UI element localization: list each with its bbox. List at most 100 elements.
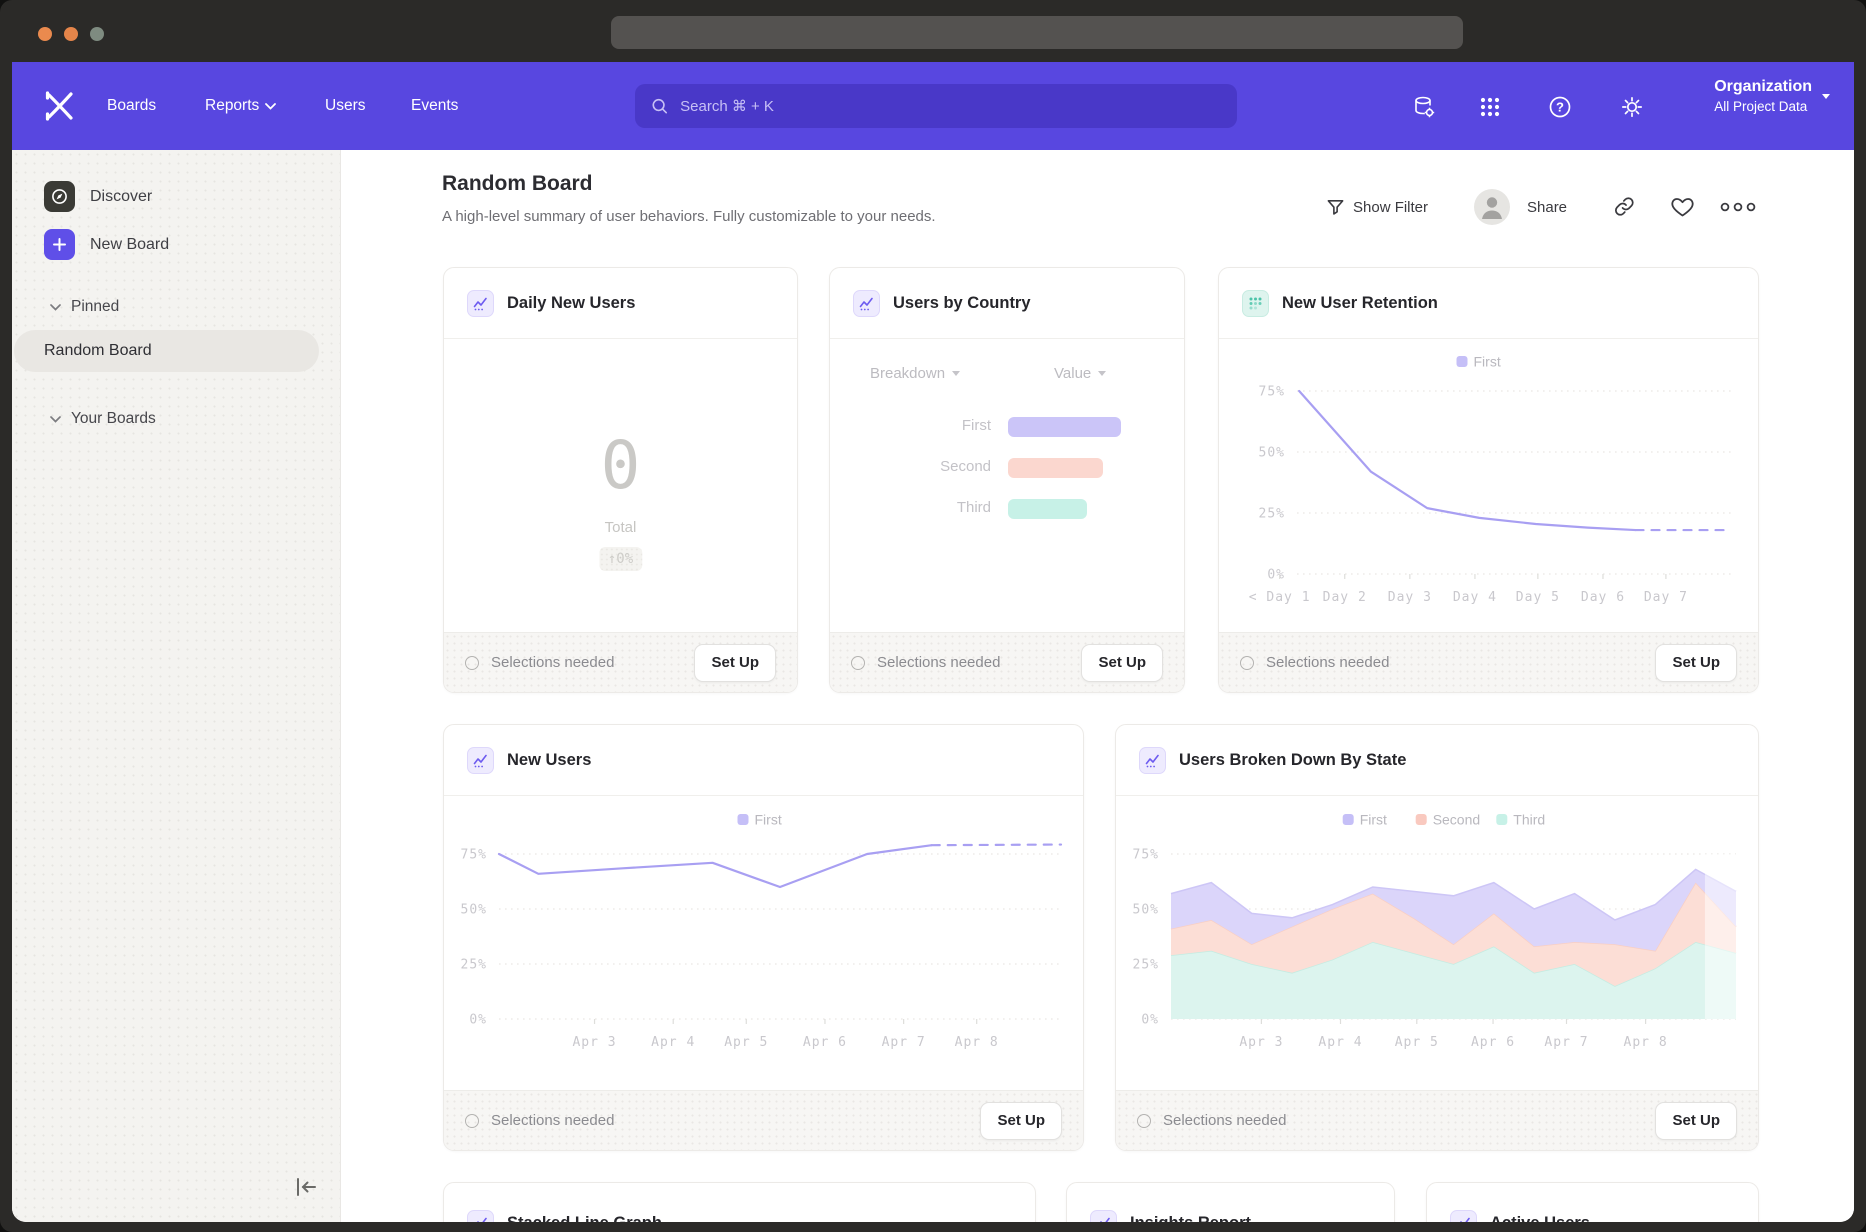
svg-text:50%: 50%	[461, 903, 487, 918]
svg-text:50%: 50%	[1133, 903, 1159, 918]
help-icon[interactable]: ?	[1548, 95, 1572, 119]
close-window-button[interactable]	[38, 27, 52, 41]
apps-grid-icon[interactable]	[1478, 95, 1502, 119]
bar-label: Third	[830, 499, 991, 516]
svg-text:Day 3: Day 3	[1388, 590, 1432, 605]
card-body: 75%50%25%0%< Day 1Day 2Day 3Day 4Day 5Da…	[1219, 339, 1758, 632]
show-filter-button[interactable]: Show Filter	[1326, 194, 1428, 220]
card-header: Active Users	[1427, 1183, 1758, 1222]
svg-text:25%: 25%	[1133, 958, 1159, 973]
org-name: Organization	[1714, 78, 1812, 96]
nav-item-label: Users	[325, 97, 365, 115]
browser-address-bar[interactable]	[611, 16, 1463, 49]
copy-link-icon[interactable]	[1613, 195, 1636, 218]
card-title: Stacked Line Graph	[507, 1214, 662, 1223]
chevron-down-icon	[952, 371, 960, 376]
sidebar-item-random-board[interactable]: Random Board	[14, 330, 319, 372]
svg-text:Day 2: Day 2	[1323, 590, 1367, 605]
card-new-users[interactable]: New Users 75%50%25%0%Apr 3Apr 4Apr 5Apr …	[443, 724, 1084, 1151]
set-up-button[interactable]: Set Up	[980, 1102, 1062, 1140]
search-icon	[651, 97, 668, 115]
search-input[interactable]	[678, 97, 1221, 116]
card-footer: Selections needed Set Up	[444, 1090, 1083, 1150]
chevron-down-icon	[1098, 371, 1106, 376]
set-up-button[interactable]: Set Up	[1655, 1102, 1737, 1140]
bar-label: First	[830, 417, 991, 434]
sidebar-item-discover[interactable]: Discover	[90, 188, 152, 206]
status-text: Selections needed	[1266, 654, 1643, 671]
card-body: 0 Total ↑0%	[444, 339, 797, 632]
card-stacked-line-graph[interactable]: Stacked Line Graph	[443, 1182, 1036, 1222]
svg-text:75%: 75%	[1133, 848, 1159, 863]
card-title: New User Retention	[1282, 294, 1438, 313]
card-title: Daily New Users	[507, 294, 635, 313]
card-header: New Users	[444, 725, 1083, 796]
status-circle-icon	[465, 656, 479, 670]
discover-icon[interactable]	[44, 181, 75, 212]
set-up-button[interactable]: Set Up	[1655, 644, 1737, 682]
data-management-icon[interactable]	[1412, 95, 1436, 119]
card-header: Users by Country	[830, 268, 1184, 339]
set-up-button[interactable]: Set Up	[1081, 644, 1163, 682]
column-label: Breakdown	[870, 365, 945, 382]
new-board-icon[interactable]	[44, 229, 75, 260]
mixpanel-logo-icon[interactable]	[42, 88, 78, 124]
card-new-user-retention[interactable]: New User Retention 75%50%25%0%< Day 1Day…	[1218, 267, 1759, 693]
card-users-by-country[interactable]: Users by Country Breakdown Value FirstSe…	[829, 267, 1185, 693]
card-body: Breakdown Value FirstSecondThird	[830, 339, 1184, 632]
favorite-heart-icon[interactable]	[1670, 195, 1695, 219]
svg-text:Apr 5: Apr 5	[1395, 1035, 1439, 1050]
status-text: Selections needed	[491, 1112, 968, 1129]
minimize-window-button[interactable]	[64, 27, 78, 41]
org-project-switcher[interactable]: Organization All Project Data	[1714, 78, 1830, 114]
app-window: Boards Reports Users Events	[12, 62, 1854, 1222]
breakdown-dropdown[interactable]: Breakdown	[870, 365, 960, 382]
set-up-button[interactable]: Set Up	[694, 644, 776, 682]
card-users-by-state[interactable]: Users Broken Down By State 75%50%25%0%Ap…	[1115, 724, 1759, 1151]
svg-text:First: First	[755, 812, 782, 828]
card-daily-new-users[interactable]: Daily New Users 0 Total ↑0% Selections n…	[443, 267, 798, 693]
section-label: Pinned	[71, 298, 119, 316]
bar	[1008, 417, 1121, 437]
svg-text:Day 6: Day 6	[1581, 590, 1625, 605]
svg-text:Day 7: Day 7	[1644, 590, 1688, 605]
card-title: Users Broken Down By State	[1179, 751, 1406, 770]
nav-item-reports[interactable]: Reports	[205, 62, 276, 150]
more-options-icon[interactable]	[1719, 201, 1757, 213]
show-filter-label: Show Filter	[1353, 199, 1428, 216]
line-chart-icon	[1450, 1210, 1477, 1223]
svg-text:< Day 1: < Day 1	[1249, 590, 1311, 605]
svg-text:Day 4: Day 4	[1453, 590, 1497, 605]
card-footer: Selections needed Set Up	[830, 632, 1184, 692]
status-circle-icon	[851, 656, 865, 670]
column-label: Value	[1054, 365, 1091, 382]
svg-text:First: First	[1360, 812, 1387, 828]
board-content: Random Board A high-level summary of use…	[341, 150, 1854, 1222]
bar	[1008, 499, 1087, 519]
collapse-sidebar-icon[interactable]	[293, 1175, 319, 1199]
nav-item-boards[interactable]: Boards	[107, 62, 156, 150]
metric-label: Total	[444, 519, 797, 536]
value-dropdown[interactable]: Value	[1054, 365, 1106, 382]
card-footer: Selections needed Set Up	[444, 632, 797, 692]
sidebar-item-new-board[interactable]: New Board	[90, 236, 169, 254]
status-circle-icon	[1240, 656, 1254, 670]
zoom-window-button[interactable]	[90, 27, 104, 41]
global-search[interactable]	[635, 84, 1237, 128]
card-insights-report[interactable]: Insights Report	[1066, 1182, 1395, 1222]
sidebar: Discover New Board Pinned Random Board Y…	[12, 150, 341, 1222]
sidebar-section-pinned[interactable]: Pinned	[50, 298, 119, 316]
card-body: 75%50%25%0%Apr 3Apr 4Apr 5Apr 6Apr 7Apr …	[1116, 796, 1758, 1090]
settings-gear-icon[interactable]	[1620, 95, 1644, 119]
sidebar-section-your-boards[interactable]: Your Boards	[50, 410, 156, 428]
avatar[interactable]	[1474, 189, 1510, 225]
svg-text:Apr 8: Apr 8	[1624, 1035, 1668, 1050]
share-button[interactable]: Share	[1527, 194, 1567, 220]
nav-item-events[interactable]: Events	[411, 62, 458, 150]
card-active-users[interactable]: Active Users	[1426, 1182, 1759, 1222]
bar	[1008, 458, 1103, 478]
nav-item-users[interactable]: Users	[325, 62, 365, 150]
line-chart-icon	[1090, 1210, 1117, 1223]
svg-text:Apr 4: Apr 4	[1318, 1035, 1362, 1050]
card-title: New Users	[507, 751, 591, 770]
